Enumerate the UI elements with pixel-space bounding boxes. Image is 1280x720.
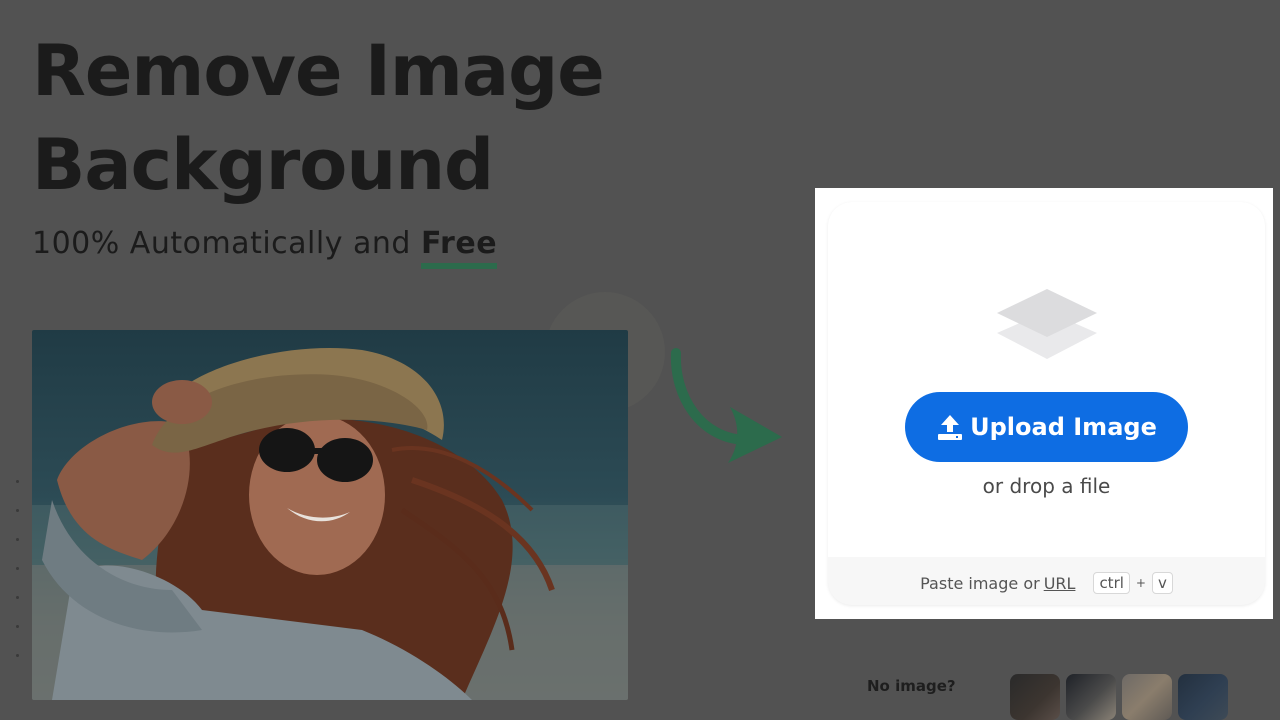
paste-url-link[interactable]: URL bbox=[1044, 574, 1076, 593]
sample-image-dog[interactable] bbox=[1066, 674, 1116, 720]
page-title: Remove Image Background bbox=[32, 24, 605, 212]
shortcut-key-v: v bbox=[1151, 572, 1173, 594]
upload-image-button[interactable]: Upload Image bbox=[905, 392, 1188, 462]
sample-image-woman[interactable] bbox=[1010, 674, 1060, 720]
shortcut-key-ctrl: ctrl bbox=[1093, 572, 1130, 594]
drop-zone[interactable]: Upload Image or drop a file bbox=[828, 202, 1265, 557]
upload-card: Upload Image or drop a file Paste image … bbox=[828, 202, 1265, 605]
subtitle-emphasis: Free bbox=[420, 226, 498, 261]
sample-image-car[interactable] bbox=[1178, 674, 1228, 720]
shortcut-plus: + bbox=[1135, 576, 1146, 590]
page-title-line-1: Remove Image bbox=[32, 30, 605, 112]
upload-icon bbox=[938, 415, 963, 440]
example-photo bbox=[32, 330, 628, 700]
upload-button-label: Upload Image bbox=[970, 413, 1157, 441]
paste-row: Paste image or URL ctrl + v bbox=[828, 572, 1265, 594]
drop-file-text: or drop a file bbox=[982, 474, 1111, 498]
layers-icon bbox=[997, 289, 1097, 359]
page-title-line-2: Background bbox=[32, 124, 494, 206]
sample-image-cup[interactable] bbox=[1122, 674, 1172, 720]
decorative-dots bbox=[16, 480, 19, 683]
page-subtitle: 100% Automatically and Free bbox=[32, 226, 497, 261]
paste-prefix-text: Paste image or bbox=[920, 573, 1040, 593]
decorative-arrow-icon bbox=[670, 348, 782, 463]
upload-panel: Upload Image or drop a file Paste image … bbox=[815, 188, 1273, 619]
subtitle-prefix: 100% Automatically and bbox=[32, 226, 421, 261]
sample-images bbox=[1010, 674, 1228, 720]
no-image-label: No image? bbox=[867, 677, 956, 695]
